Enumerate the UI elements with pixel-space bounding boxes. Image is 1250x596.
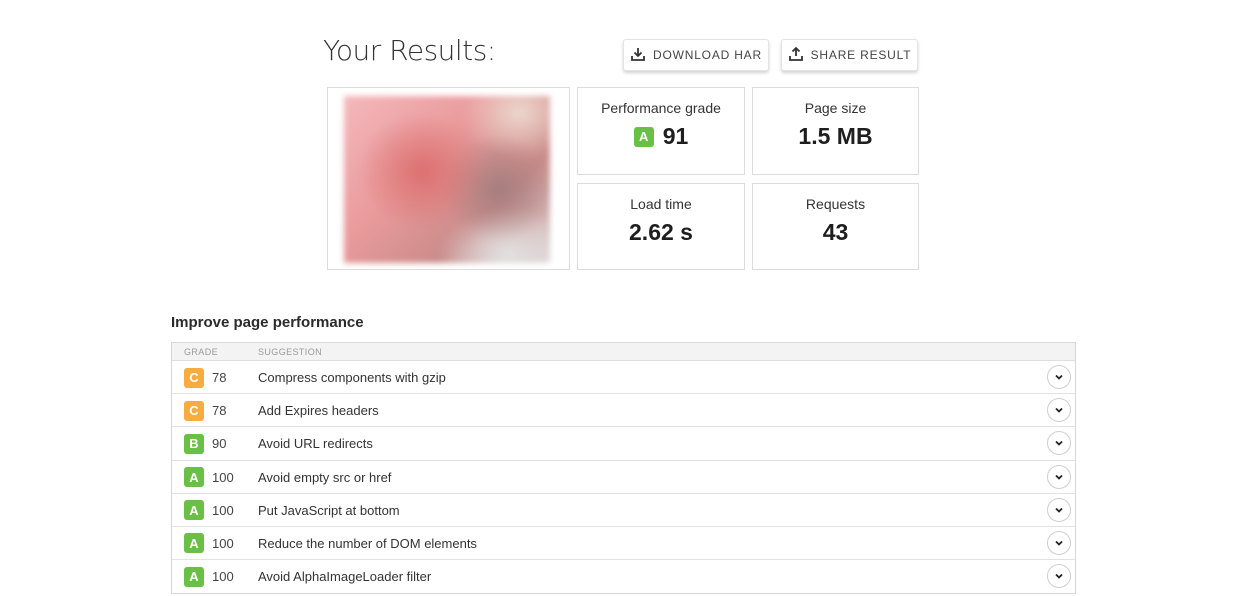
page-title: Your Results: bbox=[323, 34, 496, 67]
chevron-down-icon bbox=[1054, 372, 1064, 382]
table-row[interactable]: C 78 Add Expires headers bbox=[172, 394, 1075, 428]
download-har-label: DOWNLOAD HAR bbox=[653, 48, 762, 62]
load-time-value: 2.62 s bbox=[629, 219, 693, 245]
chevron-down-icon bbox=[1054, 472, 1064, 482]
suggestion-text: Put JavaScript at bottom bbox=[258, 502, 400, 518]
page-size-value: 1.5 MB bbox=[798, 123, 873, 149]
improve-section-title: Improve page performance bbox=[171, 314, 364, 331]
expand-button[interactable] bbox=[1047, 530, 1071, 555]
chevron-down-icon bbox=[1054, 405, 1064, 415]
expand-button[interactable] bbox=[1047, 464, 1071, 489]
requests-label: Requests bbox=[805, 196, 866, 212]
expand-button[interactable] bbox=[1047, 564, 1071, 589]
download-har-button[interactable]: DOWNLOAD HAR bbox=[623, 39, 769, 71]
chevron-down-icon bbox=[1054, 538, 1064, 548]
share-icon bbox=[788, 46, 804, 65]
suggestion-column-header: SUGGESTION bbox=[258, 347, 323, 357]
grade-column-header: GRADE bbox=[184, 347, 219, 357]
score-value: 100 bbox=[212, 569, 234, 585]
suggestion-text: Avoid empty src or href bbox=[258, 469, 392, 485]
requests-value: 43 bbox=[822, 219, 849, 245]
performance-grade-card: Performance grade A 91 bbox=[577, 87, 745, 175]
expand-button[interactable] bbox=[1047, 431, 1071, 456]
chevron-down-icon bbox=[1054, 505, 1064, 515]
grade-badge: A bbox=[184, 533, 204, 554]
requests-card: Requests 43 bbox=[752, 183, 919, 270]
grade-badge: A bbox=[184, 566, 204, 587]
page-screenshot-thumbnail bbox=[344, 96, 550, 263]
performance-grade-value: 91 bbox=[662, 123, 689, 149]
performance-grade-label: Performance grade bbox=[601, 100, 721, 116]
score-value: 78 bbox=[212, 403, 227, 419]
suggestion-text: Add Expires headers bbox=[258, 403, 379, 419]
table-row[interactable]: A 100 Avoid AlphaImageLoader filter bbox=[172, 560, 1075, 593]
grade-badge: C bbox=[184, 367, 204, 388]
share-result-button[interactable]: SHARE RESULT bbox=[781, 39, 918, 71]
suggestion-text: Reduce the number of DOM elements bbox=[258, 535, 477, 551]
load-time-label: Load time bbox=[630, 196, 692, 212]
grade-badge: B bbox=[184, 433, 204, 454]
suggestions-table: GRADE SUGGESTION C 78 Compress components … bbox=[171, 342, 1076, 595]
grade-badge: A bbox=[184, 500, 204, 521]
table-row[interactable]: B 90 Avoid URL redirects bbox=[172, 427, 1075, 461]
page-screenshot-panel bbox=[327, 87, 570, 270]
expand-button[interactable] bbox=[1047, 365, 1071, 389]
download-icon bbox=[630, 46, 646, 65]
grade-badge: C bbox=[184, 400, 204, 421]
share-result-label: SHARE RESULT bbox=[810, 48, 912, 62]
expand-button[interactable] bbox=[1047, 398, 1071, 423]
grade-badge: A bbox=[184, 467, 204, 488]
score-value: 100 bbox=[212, 502, 234, 518]
score-value: 78 bbox=[212, 370, 227, 385]
suggestion-text: Avoid URL redirects bbox=[258, 436, 373, 452]
table-row[interactable]: A 100 Put JavaScript at bottom bbox=[172, 494, 1075, 527]
suggestion-text: Avoid AlphaImageLoader filter bbox=[258, 569, 432, 585]
score-value: 100 bbox=[212, 535, 234, 551]
suggestion-text: Compress components with gzip bbox=[258, 370, 446, 385]
score-value: 90 bbox=[212, 436, 227, 452]
table-header: GRADE SUGGESTION bbox=[172, 343, 1075, 361]
table-row[interactable]: A 100 Avoid empty src or href bbox=[172, 461, 1075, 494]
table-row[interactable]: C 78 Compress components with gzip bbox=[172, 361, 1075, 395]
chevron-down-icon bbox=[1054, 571, 1064, 581]
chevron-down-icon bbox=[1054, 438, 1064, 448]
page-size-card: Page size 1.5 MB bbox=[752, 87, 919, 175]
table-row[interactable]: A 100 Reduce the number of DOM elements bbox=[172, 527, 1075, 561]
score-value: 100 bbox=[212, 469, 234, 485]
expand-button[interactable] bbox=[1047, 497, 1071, 522]
grade-badge: A bbox=[633, 126, 654, 147]
page-size-label: Page size bbox=[804, 100, 867, 116]
load-time-card: Load time 2.62 s bbox=[577, 183, 745, 270]
